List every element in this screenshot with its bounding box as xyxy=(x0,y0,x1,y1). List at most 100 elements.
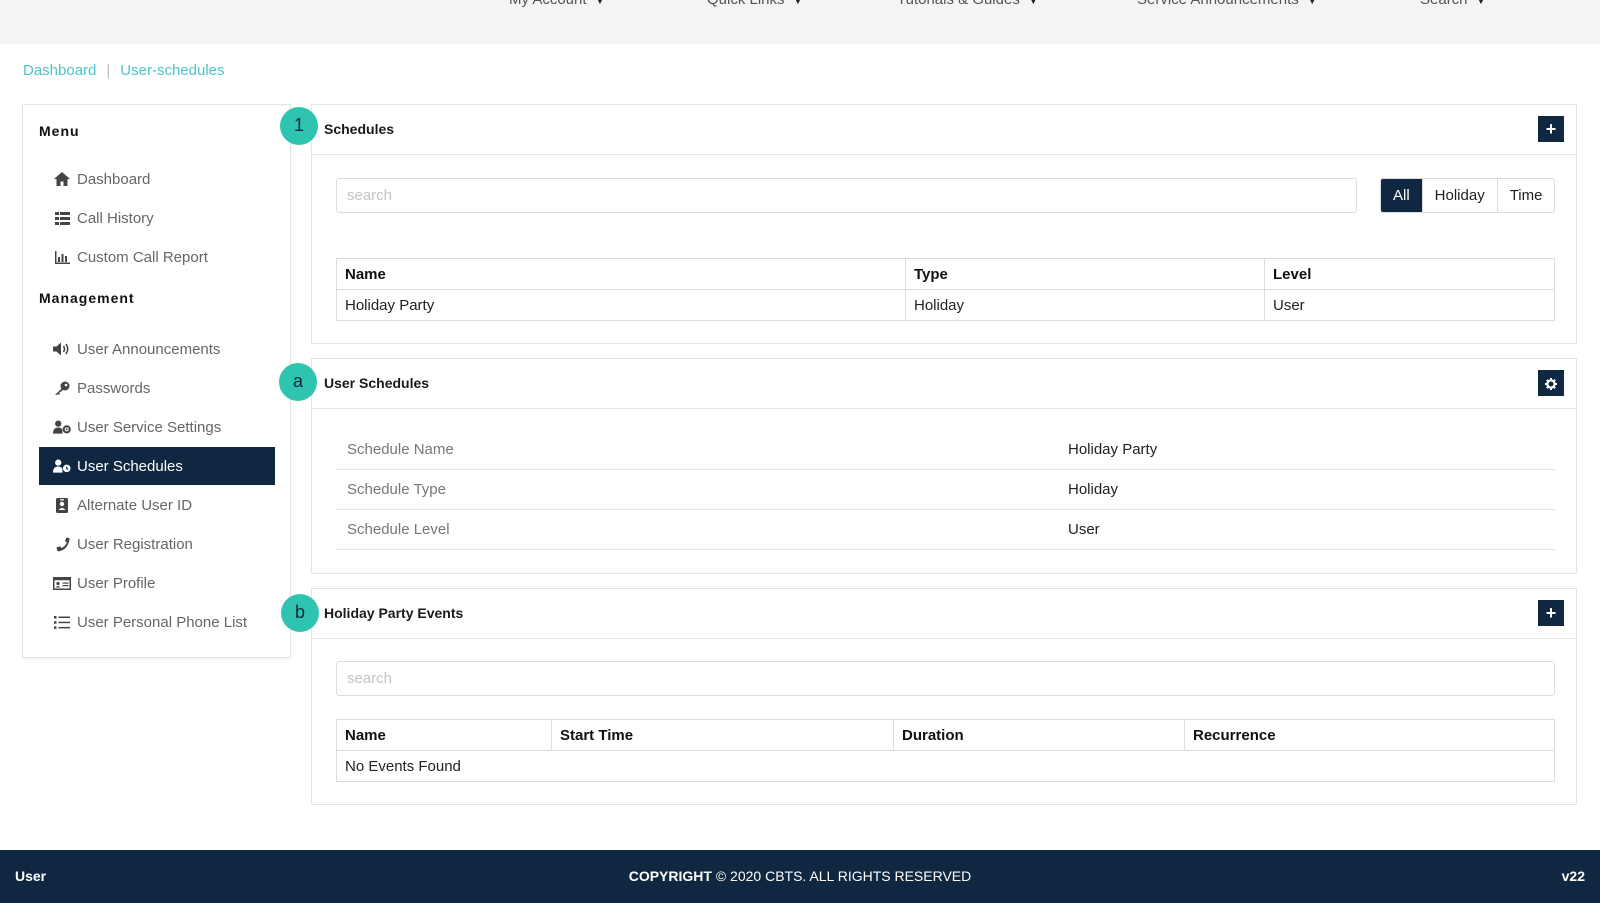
sidebar-item-label: Passwords xyxy=(77,379,151,397)
events-title: Holiday Party Events xyxy=(324,605,464,621)
events-panel: Holiday Party Events + Name Start Time D… xyxy=(311,588,1577,805)
sidebar-item-label: Dashboard xyxy=(77,170,151,188)
chevron-down-icon: ▼ xyxy=(594,0,606,7)
home-icon xyxy=(53,172,71,186)
breadcrumb-user-schedules[interactable]: User-schedules xyxy=(120,62,224,79)
callout-marker-b: b xyxy=(281,594,319,632)
sidebar-item-user-personal-phone-list[interactable]: User Personal Phone List xyxy=(39,603,275,641)
breadcrumb-separator: | xyxy=(106,62,111,79)
events-table: Name Start Time Duration Recurrence No E… xyxy=(336,719,1555,782)
schedules-panel-header: Schedules + xyxy=(312,105,1576,155)
sidebar-item-custom-call-report[interactable]: Custom Call Report xyxy=(39,238,275,276)
user-schedules-panel-header: User Schedules xyxy=(312,359,1576,409)
footer-version: v22 xyxy=(1561,868,1585,884)
detail-row-schedule-name: Schedule Name Holiday Party xyxy=(336,430,1555,470)
gear-icon xyxy=(1545,375,1557,390)
table-row: No Events Found xyxy=(336,750,1555,782)
list-icon xyxy=(53,615,71,629)
sidebar-item-label: User Personal Phone List xyxy=(77,613,248,631)
breadcrumb: Dashboard | User-schedules xyxy=(23,62,225,79)
detail-row-schedule-level: Schedule Level User xyxy=(336,510,1555,550)
user-clock-icon xyxy=(53,459,71,473)
add-event-button[interactable]: + xyxy=(1538,600,1564,626)
callout-marker-a: a xyxy=(279,363,317,401)
user-gear-icon xyxy=(53,420,71,434)
detail-label: Schedule Type xyxy=(347,481,446,498)
cell-level: User xyxy=(1264,289,1555,321)
breadcrumb-dashboard[interactable]: Dashboard xyxy=(23,62,96,79)
id-card-icon xyxy=(53,576,71,590)
sidebar-item-user-announcements[interactable]: User Announcements xyxy=(39,330,275,368)
column-header-name[interactable]: Name xyxy=(336,258,906,290)
column-header-type[interactable]: Type xyxy=(905,258,1265,290)
sidebar-management-heading: Management xyxy=(39,290,135,306)
id-badge-icon xyxy=(53,497,71,513)
filter-holiday-button[interactable]: Holiday xyxy=(1421,179,1497,212)
sidebar-item-passwords[interactable]: Passwords xyxy=(39,369,275,407)
copyright-label: COPYRIGHT xyxy=(628,868,712,884)
sidebar-item-label: Call History xyxy=(77,209,154,227)
schedule-type-filter: All Holiday Time xyxy=(1380,178,1556,213)
user-schedules-panel: User Schedules Schedule Name Holiday Par… xyxy=(311,358,1577,574)
nav-service-announcements[interactable]: Service Announcements▼ xyxy=(1137,0,1318,8)
column-header-level[interactable]: Level xyxy=(1264,258,1555,290)
phone-icon xyxy=(53,537,71,552)
chevron-down-icon: ▼ xyxy=(792,0,804,7)
sidebar-item-label: User Announcements xyxy=(77,340,221,358)
column-header-name[interactable]: Name xyxy=(336,719,552,751)
sidebar-item-label: Alternate User ID xyxy=(77,496,193,514)
sidebar-item-label: User Service Settings xyxy=(77,418,222,436)
bar-chart-icon xyxy=(53,250,71,264)
nav-quick-links[interactable]: Quick Links▼ xyxy=(707,0,803,8)
sidebar-item-user-profile[interactable]: User Profile xyxy=(39,564,275,602)
copyright-text: © 2020 CBTS. ALL RIGHTS RESERVED xyxy=(715,868,972,884)
nav-tutorials-guides[interactable]: Tutorials & Guides▼ xyxy=(897,0,1039,8)
schedules-table: Name Type Level Holiday Party Holiday Us… xyxy=(336,258,1555,321)
detail-value: Holiday xyxy=(1068,481,1119,498)
user-schedules-title: User Schedules xyxy=(324,375,430,391)
list-table-icon xyxy=(53,211,71,225)
add-schedule-button[interactable]: + xyxy=(1538,116,1564,142)
plus-icon: + xyxy=(1545,603,1557,623)
footer: User COPYRIGHT © 2020 CBTS. ALL RIGHTS R… xyxy=(0,850,1600,903)
detail-label: Schedule Name xyxy=(347,441,454,458)
chevron-down-icon: ▼ xyxy=(1306,0,1318,7)
key-icon xyxy=(53,381,71,396)
detail-row-schedule-type: Schedule Type Holiday xyxy=(336,470,1555,510)
nav-my-account[interactable]: My Account▼ xyxy=(509,0,605,8)
schedules-panel: Schedules + All Holiday Time Name Type L… xyxy=(311,104,1577,344)
schedules-search-input[interactable] xyxy=(336,178,1357,213)
table-header-row: Name Type Level xyxy=(336,258,1555,290)
sidebar-item-user-registration[interactable]: User Registration xyxy=(39,525,275,563)
sidebar: Menu Dashboard Call History Custom Call … xyxy=(22,104,291,658)
speaker-icon xyxy=(53,342,71,356)
table-row[interactable]: Holiday Party Holiday User xyxy=(336,289,1555,321)
empty-state-text: No Events Found xyxy=(336,750,1555,782)
column-header-recurrence[interactable]: Recurrence xyxy=(1184,719,1555,751)
nav-search[interactable]: Search▼ xyxy=(1420,0,1486,8)
sidebar-item-alternate-user-id[interactable]: Alternate User ID xyxy=(39,486,275,524)
sidebar-item-user-schedules[interactable]: User Schedules xyxy=(39,447,275,485)
schedule-settings-button[interactable] xyxy=(1538,370,1564,396)
filter-all-button[interactable]: All xyxy=(1381,179,1422,212)
top-navigation: My Account▼ Quick Links▼ Tutorials & Gui… xyxy=(0,0,1600,44)
sidebar-item-label: Custom Call Report xyxy=(77,248,208,266)
schedules-title: Schedules xyxy=(324,121,395,137)
sidebar-item-label: User Profile xyxy=(77,574,156,592)
events-search-input[interactable] xyxy=(336,661,1555,696)
events-panel-header: Holiday Party Events + xyxy=(312,589,1576,639)
detail-value: User xyxy=(1068,521,1100,538)
sidebar-menu-heading: Menu xyxy=(39,123,80,139)
column-header-duration[interactable]: Duration xyxy=(893,719,1185,751)
cell-type: Holiday xyxy=(905,289,1265,321)
column-header-start-time[interactable]: Start Time xyxy=(551,719,894,751)
detail-value: Holiday Party xyxy=(1068,441,1158,458)
callout-marker-1: 1 xyxy=(280,107,318,145)
sidebar-item-user-service-settings[interactable]: User Service Settings xyxy=(39,408,275,446)
cell-name[interactable]: Holiday Party xyxy=(336,289,906,321)
sidebar-item-call-history[interactable]: Call History xyxy=(39,199,275,237)
filter-time-button[interactable]: Time xyxy=(1496,179,1555,212)
sidebar-item-label: User Schedules xyxy=(77,457,183,475)
sidebar-item-dashboard[interactable]: Dashboard xyxy=(39,160,275,198)
chevron-down-icon: ▼ xyxy=(1027,0,1039,7)
